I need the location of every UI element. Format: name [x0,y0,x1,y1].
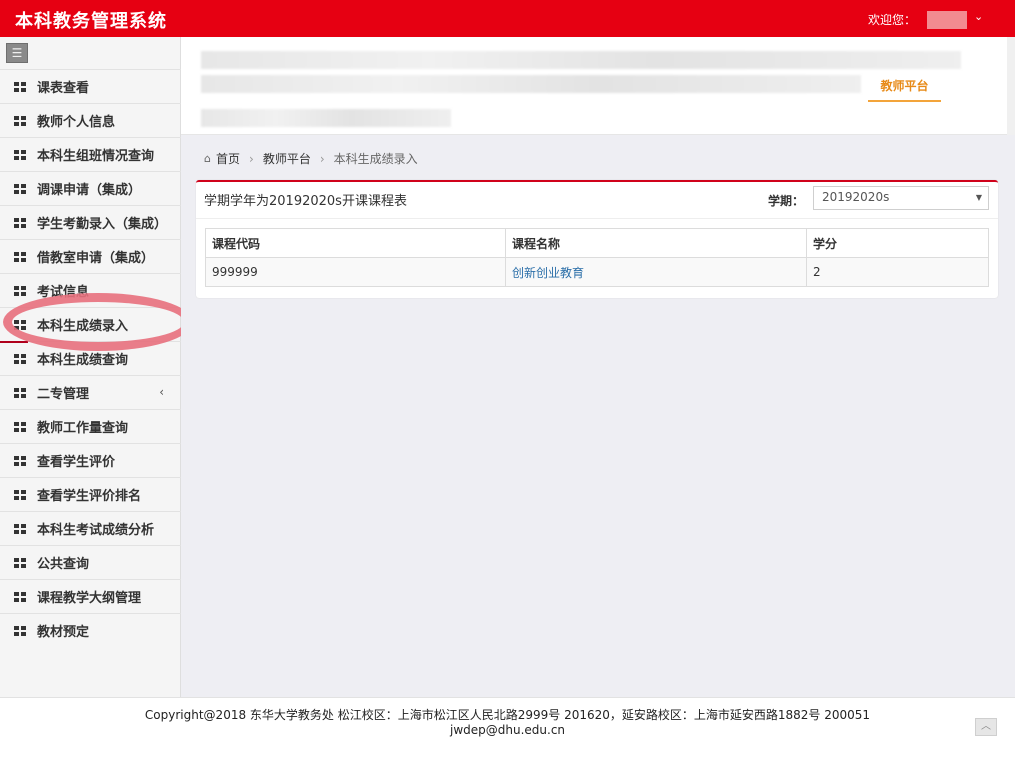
term-select[interactable]: 20192020s ▼ [813,186,989,210]
term-label: 学期： [768,194,805,208]
grid-icon [14,81,26,92]
breadcrumb: ⌂ 首页 › 教师平台 › 本科生成绩录入 [204,150,418,167]
course-panel: 学期学年为20192020s开课课程表 学期： 20192020s ▼ 课程代码… [196,180,998,298]
breadcrumb-separator: › [249,151,254,166]
sidebar-item-class-group[interactable]: 本科生组班情况查询 [0,137,181,171]
username-redacted[interactable] [927,11,967,29]
sidebar-item-label: 教材预定 [37,625,90,640]
welcome-text: 欢迎您： [868,13,917,27]
chevron-left-icon: ‹ [159,385,164,399]
divider [196,218,998,219]
redacted-block [201,51,961,69]
sidebar-item-textbook[interactable]: 教材预定 [0,613,181,647]
footer-copyright: Copyright@2018 东华大学教务处 松江校区：上海市松江区人民北路29… [144,708,871,722]
column-header: 学分 [806,228,989,258]
sidebar-menu: 课表查看 教师个人信息 本科生组班情况查询 调课申请（集成） 学生考勤录入（集成… [0,69,181,647]
grid-icon [14,115,26,126]
chevron-down-icon[interactable]: ⌄ [974,10,983,23]
sidebar-item-label: 课表查看 [37,81,90,96]
sidebar-item-label: 教师工作量查询 [37,421,129,436]
footer-email: jwdep@dhu.edu.cn [449,723,566,737]
sidebar: ☰ 课表查看 教师个人信息 本科生组班情况查询 调课申请（集成） 学生考勤录入（… [0,37,181,697]
sidebar-item-public-query[interactable]: 公共查询 [0,545,181,579]
grid-icon [14,319,26,330]
grid-icon [14,591,26,602]
panel-title: 学期学年为20192020s开课课程表 [204,194,407,209]
column-header: 课程名称 [505,228,807,258]
sidebar-item-label: 调课申请（集成） [37,183,142,198]
sidebar-item-grade-entry[interactable]: 本科生成绩录入 [0,307,181,341]
sidebar-item-label: 本科生成绩录入 [37,319,129,334]
sidebar-item-syllabus[interactable]: 课程教学大纲管理 [0,579,181,613]
sidebar-item-grade-analysis[interactable]: 本科生考试成绩分析 [0,511,181,545]
sidebar-item-label: 本科生考试成绩分析 [37,523,155,538]
sidebar-item-attendance[interactable]: 学生考勤录入（集成） [0,205,181,239]
active-indicator [0,341,28,343]
sidebar-item-grade-query[interactable]: 本科生成绩查询 [0,341,181,375]
breadcrumb-home[interactable]: 首页 [216,150,240,167]
course-name-link[interactable]: 创新创业教育 [505,257,807,287]
breadcrumb-separator: › [319,151,325,166]
sidebar-item-exam-info[interactable]: 考试信息 [0,273,181,307]
sidebar-item-workload[interactable]: 教师工作量查询 [0,409,181,443]
table-header-row: 课程代码 课程名称 学分 [205,228,989,258]
sidebar-item-label: 查看学生评价排名 [37,489,142,504]
sidebar-item-student-eval[interactable]: 查看学生评价 [0,443,181,477]
home-icon: ⌂ [204,152,211,165]
redacted-block [201,109,451,127]
breadcrumb-current: 本科生成绩录入 [333,152,418,166]
breadcrumb-teacher-platform[interactable]: 教师平台 [263,150,311,167]
menu-icon[interactable]: ☰ [6,43,28,63]
grid-icon [14,183,26,194]
app-title: 本科教务管理系统 [15,11,167,32]
top-header: 本科教务管理系统 欢迎您： ⌄ [0,0,1015,37]
sidebar-item-eval-ranking[interactable]: 查看学生评价排名 [0,477,181,511]
grid-icon [14,421,26,432]
grid-icon [14,353,26,364]
sidebar-item-label: 查看学生评价 [37,455,116,470]
term-select-value: 20192020s [822,190,890,204]
grid-icon [14,217,26,228]
course-code-cell: 999999 [205,257,506,287]
sidebar-item-classroom[interactable]: 借教室申请（集成） [0,239,181,273]
grid-icon [14,149,26,160]
caret-down-icon: ▼ [975,193,982,202]
grid-icon [14,489,26,500]
course-table: 课程代码 课程名称 学分 999999 创新创业教育 2 [205,228,989,287]
credit-cell: 2 [806,257,989,287]
grid-icon [14,285,26,296]
grid-icon [14,523,26,534]
column-header: 课程代码 [205,228,506,258]
sidebar-item-label: 借教室申请（集成） [37,251,155,266]
back-to-top-icon[interactable]: ︿ [975,718,997,736]
sidebar-item-label: 教师个人信息 [37,115,116,130]
grid-icon [14,455,26,466]
redacted-block [201,75,861,93]
sidebar-item-reschedule[interactable]: 调课申请（集成） [0,171,181,205]
grid-icon [14,251,26,262]
sidebar-item-second-major[interactable]: 二专管理 ‹ [0,375,181,409]
sidebar-item-schedule[interactable]: 课表查看 [0,69,181,103]
grid-icon [14,387,26,398]
sidebar-item-teacher-info[interactable]: 教师个人信息 [0,103,181,137]
sidebar-item-label: 本科生组班情况查询 [37,149,155,164]
footer: Copyright@2018 东华大学教务处 松江校区：上海市松江区人民北路29… [0,697,1015,763]
grid-icon [14,625,26,636]
sidebar-item-label: 考试信息 [37,285,90,300]
table-row: 999999 创新创业教育 2 [205,257,989,287]
sidebar-item-label: 学生考勤录入（集成） [37,217,168,232]
tab-teacher-platform[interactable]: 教师平台 [868,77,941,102]
sidebar-item-label: 本科生成绩查询 [37,353,129,368]
sidebar-item-label: 课程教学大纲管理 [37,591,142,606]
grid-icon [14,557,26,568]
sidebar-item-label: 二专管理 [37,387,90,402]
sidebar-item-label: 公共查询 [37,557,90,572]
